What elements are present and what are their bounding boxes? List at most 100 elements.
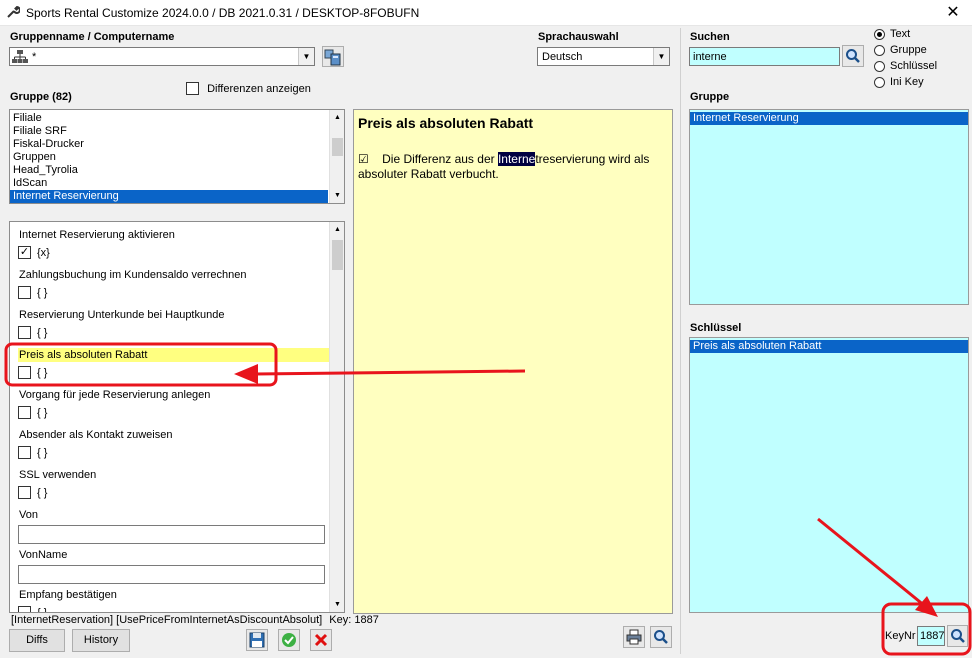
red-x-icon [313,633,329,651]
search-mode-text[interactable]: Text [874,26,937,42]
setting-checkbox[interactable] [18,486,31,499]
setting-name: SSL verwenden [19,469,97,481]
radio-gruppe[interactable] [874,44,885,56]
search-label: Suchen [690,31,730,43]
chevron-down-icon[interactable]: ▼ [298,48,314,65]
computer-icon [324,49,342,69]
description-panel: Preis als absoluten Rabatt ☑ Die Differe… [353,109,673,614]
network-tree-icon [12,50,28,67]
result-key-list[interactable]: Preis als absoluten Rabatt [689,337,969,613]
ok-button[interactable] [278,629,300,651]
radio-inikey[interactable] [874,76,885,88]
save-button[interactable] [246,629,268,651]
close-button[interactable]: ✕ [938,2,968,24]
scroll-down-icon[interactable]: ▼ [330,188,344,203]
radio-text[interactable] [874,28,885,40]
search-mode-gruppe[interactable]: Gruppe [874,42,937,58]
printer-icon [626,629,642,648]
setting-value: { } [37,326,48,339]
status-key-path: [InternetReservation] [UsePriceFromInter… [11,614,323,626]
show-diffs-label: Differenzen anzeigen [207,82,311,95]
setting-checkbox[interactable] [18,406,31,419]
window-title: Sports Rental Customize 2024.0.0 / DB 20… [26,6,420,20]
list-item[interactable]: Filiale SRF [10,125,344,138]
list-item[interactable]: Gruppen [10,151,344,164]
status-key-value: 1887 [354,614,379,626]
list-item-selected[interactable]: Internet Reservierung [690,112,968,125]
setting-checkbox[interactable] [18,606,31,612]
magnifier-icon [845,49,861,67]
result-group-list[interactable]: Internet Reservierung [689,109,969,305]
computer-button[interactable] [322,46,344,67]
print-button[interactable] [623,626,645,648]
setting-checkbox[interactable] [18,366,31,379]
language-select[interactable]: Deutsch ▼ [537,47,670,66]
show-diffs-checkbox[interactable]: Differenzen anzeigen [186,82,311,95]
vonname-input[interactable] [18,565,325,584]
list-item[interactable]: Filiale [10,112,344,125]
setting-value: { } [37,286,48,299]
wrench-icon [6,5,21,22]
chevron-down-icon[interactable]: ▼ [653,48,669,65]
group-name-label: Gruppenname / Computername [10,31,175,43]
setting-checkbox[interactable] [18,326,31,339]
settings-list[interactable]: Internet Reservierung aktivieren ✓ {x} Za… [9,221,345,613]
setting-checkbox[interactable]: ✓ [18,246,31,259]
search-mode-group[interactable]: Text Gruppe Schlüssel Ini Key [874,26,937,90]
description-text-before: Die Differenz aus der [382,152,498,166]
cancel-button[interactable] [310,629,332,651]
radio-label: Schlüssel [890,60,938,73]
description-highlight: Interne [497,152,536,166]
scroll-up-icon[interactable]: ▲ [330,110,344,125]
scroll-thumb[interactable] [332,240,343,270]
list-item[interactable]: IdScan [10,177,344,190]
groups-scrollbar[interactable]: ▲ ▼ [329,110,344,203]
result-group-label: Gruppe [690,91,730,103]
search-mode-inikey[interactable]: Ini Key [874,74,937,90]
keynr-value: 1887 [920,630,945,642]
keynr-search-button[interactable] [947,625,968,647]
search-input-value: interne [693,51,727,63]
title-bar: Sports Rental Customize 2024.0.0 / DB 20… [0,0,972,26]
diffs-button[interactable]: Diffs [9,629,65,652]
group-name-combo[interactable]: * ▼ [9,47,315,66]
radio-label: Gruppe [890,44,927,57]
description-search-button[interactable] [650,626,672,648]
search-mode-schluessel[interactable]: Schlüssel [874,58,937,74]
list-item-selected[interactable]: Internet Reservierung [10,190,328,203]
setting-value: { } [37,446,48,459]
status-key-label: Key: [329,614,352,626]
list-item[interactable]: Head_Tyrolia [10,164,344,177]
history-button[interactable]: History [72,629,130,652]
setting-name: Reservierung Unterkunde bei Hauptkunde [19,309,225,321]
setting-value: { } [37,606,48,613]
scroll-down-icon[interactable]: ▼ [330,597,344,612]
search-button[interactable] [842,45,864,67]
description-text: ☑ Die Differenz aus der Internetreservie… [358,152,663,182]
magnifier-icon [950,629,966,647]
groups-list[interactable]: Filiale Filiale SRF Fiskal-Drucker Grupp… [9,109,345,204]
setting-value: {x} [37,246,50,259]
setting-name: Internet Reservierung aktivieren [19,229,175,241]
separator [680,28,681,654]
description-check: ☑ [358,152,369,166]
radio-schluessel[interactable] [874,60,885,72]
scroll-up-icon[interactable]: ▲ [330,222,344,237]
setting-checkbox[interactable] [18,446,31,459]
group-name-value: * [32,51,37,63]
list-item[interactable]: Fiskal-Drucker [10,138,344,151]
groups-label: Gruppe (82) [10,91,72,103]
status-line: [InternetReservation] [UsePriceFromInter… [11,614,379,626]
scroll-thumb[interactable] [332,138,343,156]
language-value: Deutsch [542,51,583,63]
setting-checkbox[interactable] [18,286,31,299]
keynr-input[interactable]: 1887 [917,626,945,646]
settings-scrollbar[interactable]: ▲ ▼ [329,222,344,612]
show-diffs-box[interactable] [186,82,199,95]
search-input[interactable]: interne [689,47,840,66]
setting-name: Preis als absoluten Rabatt [18,348,333,362]
list-item-selected[interactable]: Preis als absoluten Rabatt [690,340,968,353]
radio-label: Ini Key [890,76,924,89]
result-key-label: Schlüssel [690,322,742,334]
von-input[interactable] [18,525,325,544]
